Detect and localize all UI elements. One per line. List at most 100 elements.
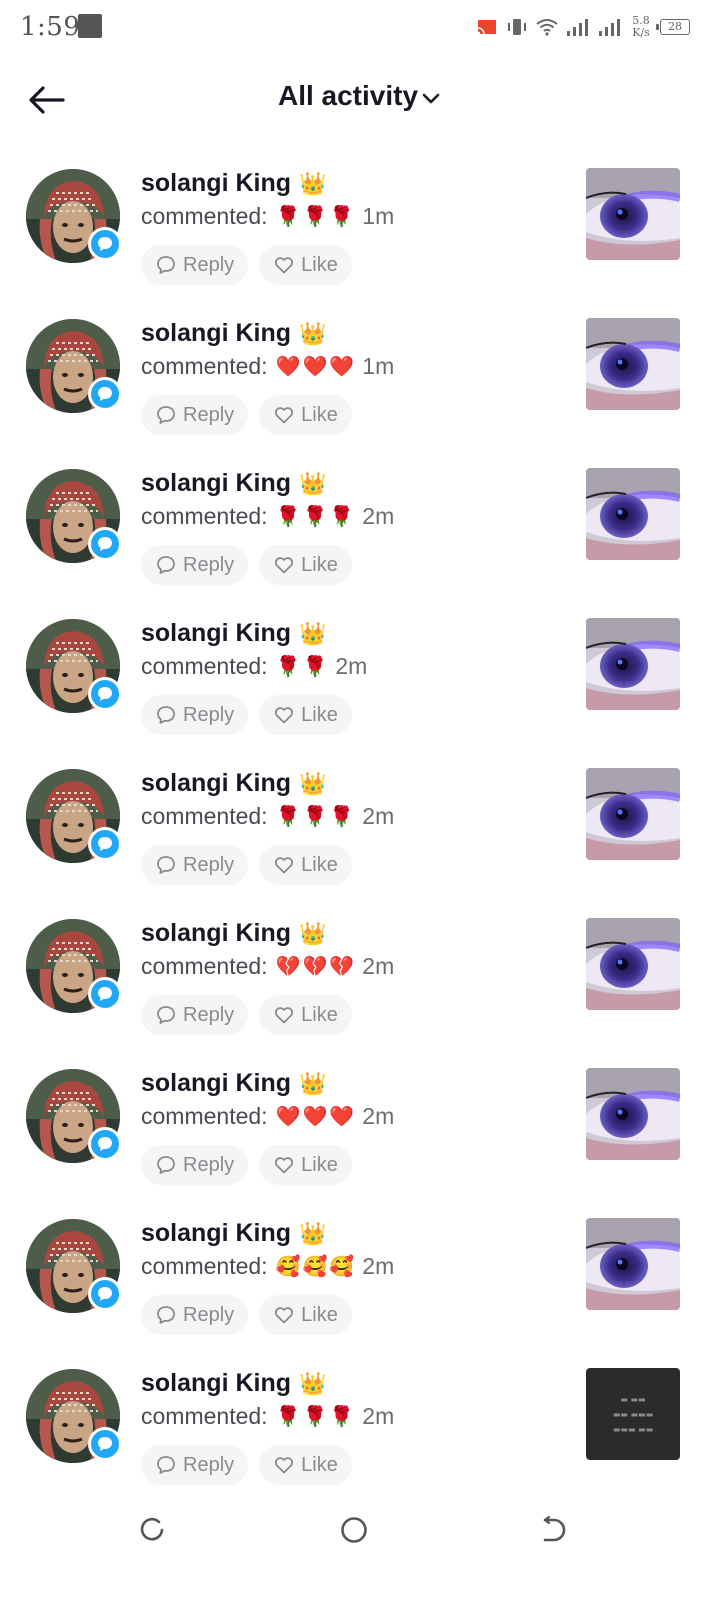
speech-bubble-icon [98,837,112,851]
username[interactable]: solangi King 👑 [141,1219,326,1248]
commented-label: commented: [141,1103,268,1129]
commented-label: commented: [141,1403,268,1429]
speech-bubble-icon [98,687,112,701]
comment-badge [88,377,122,411]
crown-badge: 👑 [299,920,327,946]
home-button[interactable] [336,1512,372,1548]
video-thumbnail[interactable] [586,318,680,410]
like-button[interactable]: Like [259,1145,352,1185]
like-label: Like [301,703,338,726]
reply-button[interactable]: Reply [141,695,249,735]
reply-button[interactable]: Reply [141,395,249,435]
comment-time: 2m [362,503,395,529]
network-speed-unit: K/s [632,26,650,39]
username[interactable]: solangi King 👑 [141,619,326,648]
like-button[interactable]: Like [259,395,352,435]
comment-time: 2m [335,653,368,679]
reply-button[interactable]: Reply [141,1145,249,1185]
comment-emojis: 🌹🌹🌹 [275,205,357,228]
like-button[interactable]: Like [259,545,352,585]
comment-outline-icon [157,856,175,874]
notification-icon [78,14,102,38]
activity-item: solangi King 👑 commented: ❤️❤️❤️ 2m Repl… [0,1053,720,1203]
username[interactable]: solangi King 👑 [141,1369,326,1398]
video-thumbnail[interactable] [586,168,680,260]
like-button[interactable]: Like [259,995,352,1035]
comment-text: commented: 🌹🌹🌹 2m [141,803,394,830]
eye-photo [586,1218,680,1310]
like-button[interactable]: Like [259,845,352,885]
nav-back-button[interactable] [536,1512,572,1548]
crown-badge: 👑 [299,620,327,646]
commented-label: commented: [141,203,268,229]
username-text: solangi King [141,319,291,347]
username[interactable]: solangi King 👑 [141,469,326,498]
heart-outline-icon [275,257,294,274]
eye-photo [586,1068,680,1160]
cast-icon [477,20,496,35]
activity-item: solangi King 👑 commented: 🌹🌹🌹 2m Reply L… [0,1353,720,1503]
activity-filter-dropdown[interactable]: All activity [0,80,720,112]
wifi-icon [536,19,558,36]
heart-outline-icon [275,557,294,574]
like-button[interactable]: Like [259,1295,352,1335]
eye-photo [586,468,680,560]
username[interactable]: solangi King 👑 [141,319,326,348]
thumb-text-line: ▬▬ ▬▬▬ [612,1409,654,1419]
activity-item: solangi King 👑 commented: 🌹🌹🌹 2m Reply L… [0,453,720,603]
heart-outline-icon [275,1157,294,1174]
heart-outline-icon [275,1457,294,1474]
reply-label: Reply [183,703,235,726]
crown-badge: 👑 [299,470,327,496]
comment-text: commented: 🥰🥰🥰 2m [141,1253,394,1280]
username-text: solangi King [141,1219,291,1247]
comment-actions: Reply Like [141,1445,352,1485]
like-button[interactable]: Like [259,695,352,735]
username[interactable]: solangi King 👑 [141,169,326,198]
reply-button[interactable]: Reply [141,845,249,885]
reply-button[interactable]: Reply [141,1445,249,1485]
video-thumbnail[interactable] [586,918,680,1010]
video-thumbnail[interactable] [586,618,680,710]
like-label: Like [301,853,338,876]
reply-button[interactable]: Reply [141,545,249,585]
username[interactable]: solangi King 👑 [141,769,326,798]
heart-outline-icon [275,707,294,724]
username[interactable]: solangi King 👑 [141,1069,326,1098]
comment-outline-icon [157,1006,175,1024]
battery-icon: 28 [656,19,690,35]
comment-time: 2m [362,803,395,829]
heart-outline-icon [275,1307,294,1324]
video-thumbnail[interactable]: ▬ ▬▬ ▬▬ ▬▬▬ ▬▬▬ ▬▬ [586,1368,680,1460]
comment-outline-icon [157,256,175,274]
reply-label: Reply [183,403,235,426]
reply-button[interactable]: Reply [141,1295,249,1335]
like-label: Like [301,553,338,576]
comment-emojis: 🥰🥰🥰 [275,1255,357,1278]
video-thumbnail[interactable] [586,1068,680,1160]
video-thumbnail[interactable] [586,768,680,860]
username-text: solangi King [141,469,291,497]
reply-label: Reply [183,1153,235,1176]
commented-label: commented: [141,503,268,529]
eye-photo [586,618,680,710]
like-button[interactable]: Like [259,245,352,285]
comment-emojis: 🌹🌹 [275,655,330,678]
comment-emojis: 🌹🌹🌹 [275,805,357,828]
comment-time: 2m [362,1103,395,1129]
comment-emojis: 🌹🌹🌹 [275,1405,357,1428]
username[interactable]: solangi King 👑 [141,919,326,948]
comment-time: 2m [362,1253,395,1279]
comment-text: commented: 💔💔💔 2m [141,953,394,980]
comment-actions: Reply Like [141,1295,352,1335]
thumb-text-line: ▬ ▬▬ [620,1394,646,1404]
like-button[interactable]: Like [259,1445,352,1485]
recent-apps-button[interactable] [134,1512,170,1548]
comment-outline-icon [157,1306,175,1324]
username-text: solangi King [141,619,291,647]
video-thumbnail[interactable] [586,1218,680,1310]
reply-button[interactable]: Reply [141,995,249,1035]
crown-badge: 👑 [299,1370,327,1396]
reply-button[interactable]: Reply [141,245,249,285]
video-thumbnail[interactable] [586,468,680,560]
